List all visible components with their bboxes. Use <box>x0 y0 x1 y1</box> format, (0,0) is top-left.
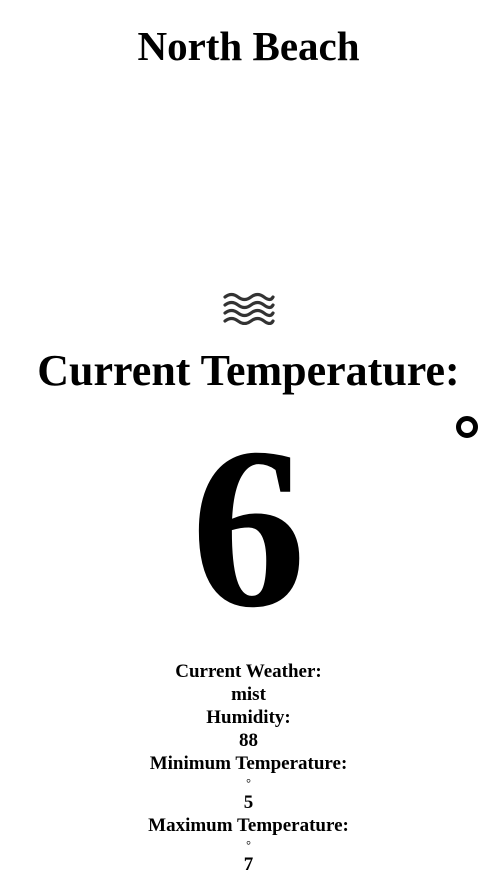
max-temperature-label: Maximum Temperature: <box>148 815 349 836</box>
current-weather-value: mist <box>231 684 266 705</box>
min-temperature-value: 5 <box>243 792 254 813</box>
max-temperature-value: 7 <box>243 854 254 875</box>
max-temperature-degree: ° <box>246 838 251 852</box>
mist-icon <box>223 292 275 325</box>
weather-details: Current Weather: mist Humidity: 88 Minim… <box>0 660 497 876</box>
current-weather-label: Current Weather: <box>175 661 322 682</box>
current-temperature-value: 6 <box>191 400 306 655</box>
min-temperature-label: Minimum Temperature: <box>149 753 348 774</box>
humidity-value: 88 <box>239 730 258 751</box>
location-name: North Beach <box>137 23 360 69</box>
current-temperature-heading: Current Temperature: <box>37 346 460 395</box>
humidity-label: Humidity: <box>206 707 291 728</box>
min-temperature-degree: ° <box>246 776 251 790</box>
